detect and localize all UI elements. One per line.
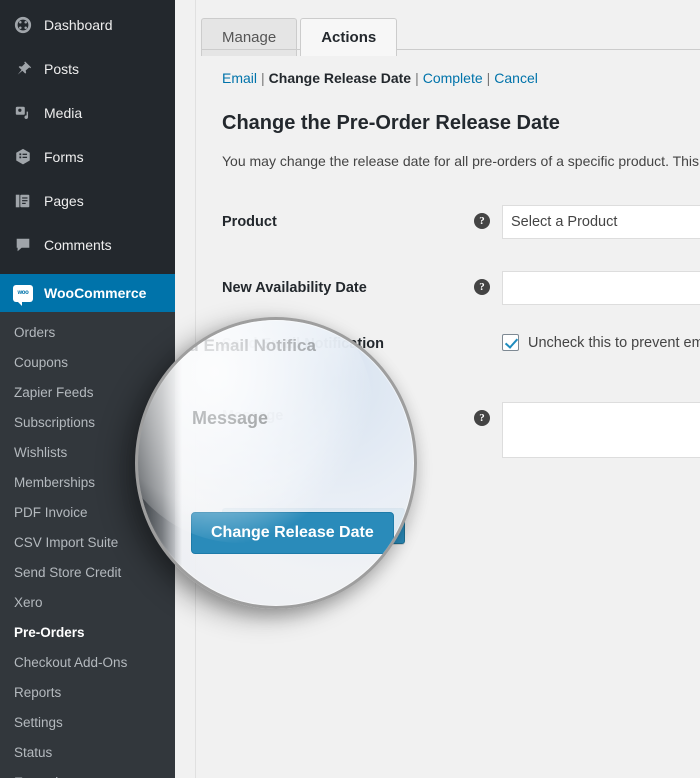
- pin-icon: [12, 58, 34, 80]
- woocommerce-icon: woo: [12, 282, 34, 306]
- woocommerce-badge-text: woo: [17, 290, 29, 296]
- sidebar-item-label: Comments: [44, 237, 112, 253]
- subnav-separator-2: |: [415, 70, 419, 86]
- tab-actions[interactable]: Actions: [300, 18, 398, 56]
- help-icon-message[interactable]: ?: [474, 410, 490, 426]
- magnifier-lens: nd Email Notifica Message Change Release…: [135, 317, 417, 609]
- dashboard-icon: [12, 14, 34, 36]
- forms-icon: [12, 146, 34, 168]
- sidebar-item-coupons[interactable]: Coupons: [0, 348, 175, 378]
- sidebar-item-xero[interactable]: Xero: [0, 588, 175, 618]
- sidebar-item-pages[interactable]: Pages: [0, 182, 175, 220]
- sidebar-item-orders[interactable]: Orders: [0, 318, 175, 348]
- tab-manage[interactable]: Manage: [201, 18, 298, 56]
- sidebar-item-settings[interactable]: Settings: [0, 708, 175, 738]
- subnav-link-email[interactable]: Email: [222, 70, 257, 86]
- subnav-separator-3: |: [486, 70, 491, 86]
- sidebar-item-csv-import-suite[interactable]: CSV Import Suite: [0, 528, 175, 558]
- media-icon: [12, 102, 34, 124]
- sidebar-item-status[interactable]: Status: [0, 738, 175, 768]
- help-icon-product[interactable]: ?: [474, 213, 490, 229]
- email-notification-checkbox[interactable]: [502, 334, 519, 351]
- sidebar-item-checkout-add-ons[interactable]: Checkout Add-Ons: [0, 648, 175, 678]
- tab-underline: [201, 49, 700, 50]
- new-availability-date-input[interactable]: [502, 271, 700, 305]
- product-label: Product: [222, 214, 277, 230]
- email-notification-checkbox-row[interactable]: Uncheck this to prevent email no: [502, 334, 700, 351]
- sidebar-item-media[interactable]: Media: [0, 94, 175, 132]
- subnav-link-cancel[interactable]: Cancel: [494, 70, 538, 86]
- sidebar-item-dashboard[interactable]: Dashboard: [0, 6, 175, 44]
- sidebar-item-label: Media: [44, 105, 83, 121]
- comments-icon: [12, 234, 34, 256]
- sidebar-item-comments[interactable]: Comments: [0, 226, 175, 264]
- message-textarea[interactable]: [502, 402, 700, 458]
- admin-sidebar: Dashboard Posts Media Forms Pages Commen…: [0, 0, 183, 778]
- sidebar-item-pre-orders[interactable]: Pre-Orders: [0, 618, 175, 648]
- page-title: Change the Pre-Order Release Date: [222, 112, 560, 134]
- product-select[interactable]: Select a Product: [502, 205, 700, 239]
- subnav-current-change-release-date: Change Release Date: [268, 70, 412, 86]
- sidebar-item-label: Posts: [44, 61, 80, 77]
- pages-icon: [12, 190, 34, 212]
- subnav: Email | Change Release Date | Complete | Cance…: [222, 70, 538, 86]
- new-availability-date-label: New Availability Date: [222, 280, 367, 296]
- sidebar-item-posts[interactable]: Posts: [0, 50, 175, 88]
- lens-clipped-label: nd Email Notifica: [178, 336, 316, 355]
- sidebar-item-label: Dashboard: [44, 17, 113, 33]
- subnav-link-complete[interactable]: Complete: [423, 70, 483, 86]
- lens-message-label: Message: [192, 408, 269, 428]
- sidebar-item-send-store-credit[interactable]: Send Store Credit: [0, 558, 175, 588]
- subnav-separator-1: |: [261, 70, 265, 86]
- help-icon-new-availability-date[interactable]: ?: [474, 279, 490, 295]
- sidebar-item-extensions[interactable]: Extensions: [0, 768, 175, 778]
- woocommerce-submenu: Orders Coupons Zapier Feeds Subscription…: [0, 312, 175, 778]
- email-notification-checkbox-label: Uncheck this to prevent email no: [528, 334, 700, 351]
- sidebar-item-label: Forms: [44, 149, 84, 165]
- lens-change-release-date-button[interactable]: Change Release Date: [191, 512, 394, 554]
- sidebar-item-reports[interactable]: Reports: [0, 678, 175, 708]
- sidebar-item-label: WooCommerce: [44, 285, 147, 301]
- sidebar-top-menu: Dashboard Posts Media Forms Pages Commen…: [0, 6, 183, 312]
- sidebar-item-woocommerce[interactable]: woo WooCommerce: [0, 274, 183, 312]
- sidebar-item-forms[interactable]: Forms: [0, 138, 175, 176]
- page-description: You may change the release date for all …: [222, 153, 700, 169]
- sidebar-item-label: Pages: [44, 193, 84, 209]
